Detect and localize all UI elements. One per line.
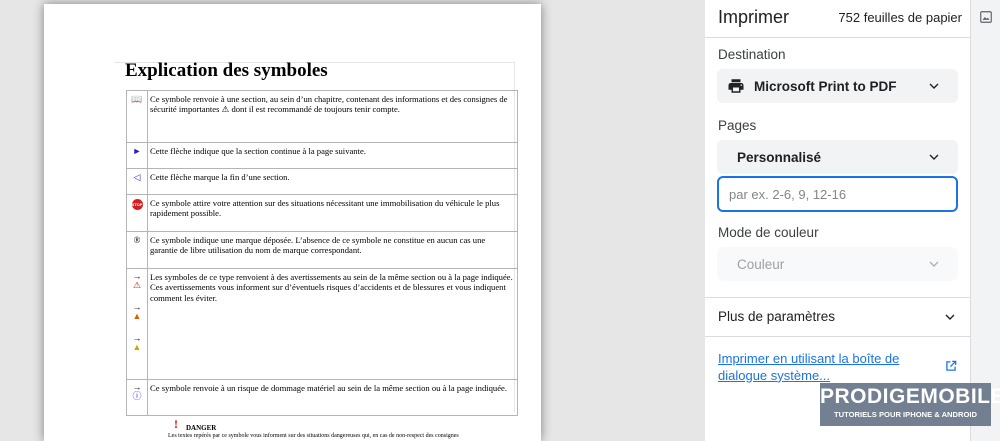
print-settings-panel: Imprimer 752 feuilles de papier Destinat… [705, 0, 970, 441]
table-cell: Cette flèche marque la fin d’une section… [147, 168, 518, 195]
table-row: STOP Ce symbole attire votre attention s… [126, 194, 518, 232]
danger-label: DANGER [186, 424, 217, 432]
table-cell: Ce symbole renvoie à une section, au sei… [147, 90, 518, 143]
table-row: ◁ Cette flèche marque la fin d’une secti… [126, 168, 518, 195]
image-icon[interactable] [979, 10, 993, 24]
chevron-down-icon [929, 83, 939, 89]
table-row: → ⓘ Ce symbole renvoie à un risque de dom… [126, 379, 518, 416]
table-cell: Ce symbole indique une marque déposée. L… [147, 231, 518, 269]
pages-dropdown[interactable]: Personnalisé [717, 140, 958, 174]
danger-icon: ! [174, 417, 178, 431]
warning-arrows-icon: → ⚠ → ▲ → ▲ [126, 268, 148, 380]
registered-icon: ® [126, 231, 148, 269]
table-row: ► Cette flèche indique que la section co… [126, 142, 518, 169]
sheet-count: 752 feuilles de papier [838, 10, 962, 25]
destination-label: Destination [718, 47, 786, 62]
watermark-tagline: TUTORIELS POUR IPHONE & ANDROID [833, 410, 978, 419]
system-dialog-link[interactable]: Imprimer en utilisant la boîte de dialog… [718, 351, 923, 385]
danger-text: Les textes repérés par ce symbole vous i… [168, 433, 459, 439]
chevron-down-icon [929, 261, 939, 267]
custom-pages-input[interactable] [717, 176, 958, 212]
book-icon: 📖 [126, 90, 148, 143]
divider [705, 37, 970, 38]
stop-icon: STOP [131, 199, 143, 210]
color-mode-label: Mode de couleur [718, 225, 819, 240]
more-settings-toggle[interactable]: Plus de paramètres [705, 298, 970, 336]
document-page: Explication des symboles 📖 Ce symbole re… [44, 4, 541, 441]
arrow-left-outline-icon: ◁ [126, 168, 148, 195]
pages-value: Personnalisé [737, 149, 822, 165]
table-row: 📖 Ce symbole renvoie à une section, au s… [126, 90, 518, 143]
damage-arrow-icon: → ⓘ [126, 379, 148, 416]
more-settings-label: Plus de paramètres [718, 309, 836, 324]
side-toolbar [970, 0, 1000, 441]
color-mode-dropdown[interactable]: Couleur [717, 247, 958, 281]
document-title: Explication des symboles [125, 60, 328, 81]
table-cell: Ce symbole renvoie à un risque de dommag… [147, 379, 518, 416]
table-cell: Les symboles de ce type renvoient à des … [147, 268, 518, 380]
printer-icon [728, 79, 744, 93]
watermark-logo: PRODIGEMOBILE [820, 385, 1000, 408]
table-cell: Cette flèche indique que la section cont… [147, 142, 518, 169]
panel-title: Imprimer [718, 7, 789, 27]
chevron-down-icon [945, 314, 955, 320]
table-row: ® Ce symbole indique une marque déposée.… [126, 231, 518, 269]
open-external-icon[interactable] [944, 359, 958, 373]
table-row: → ⚠ → ▲ → ▲ Les symboles de ce type renvoie… [126, 268, 518, 380]
pages-label: Pages [718, 118, 757, 133]
destination-dropdown[interactable]: Microsoft Print to PDF [717, 69, 958, 103]
table-cell: Ce symbole attire votre attention sur de… [147, 194, 518, 232]
arrow-right-icon: ► [126, 142, 148, 169]
color-mode-value: Couleur [737, 256, 785, 272]
watermark: PRODIGEMOBILE TUTORIELS POUR IPHONE & AN… [820, 383, 1000, 426]
divider [705, 336, 970, 337]
symbols-table: 📖 Ce symbole renvoie à une section, au s… [126, 90, 518, 416]
destination-value: Microsoft Print to PDF [754, 78, 897, 94]
chevron-down-icon [929, 154, 939, 160]
print-preview-area: Explication des symboles 📖 Ce symbole re… [0, 0, 705, 441]
